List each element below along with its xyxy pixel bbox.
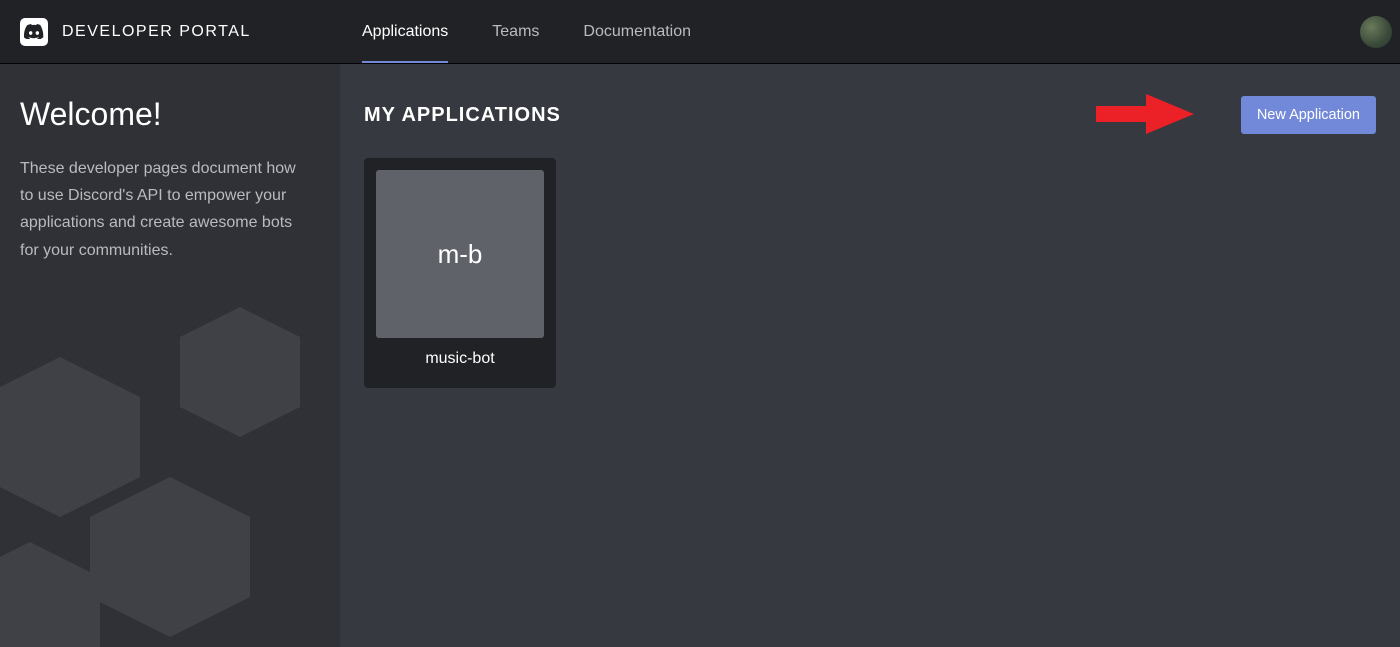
header-right [1360, 16, 1380, 48]
decorative-isometric-icon [0, 277, 340, 647]
app-thumbnail-text: m-b [438, 239, 483, 270]
arrow-annotation-icon [1096, 92, 1196, 136]
new-application-button[interactable]: New Application [1241, 96, 1376, 134]
applications-grid: m-b music-bot [364, 158, 1376, 388]
logo-text: DEVELOPER PORTAL [62, 23, 251, 41]
tab-teams[interactable]: Teams [470, 0, 561, 63]
content-area: Welcome! These developer pages document … [0, 64, 1400, 647]
sidebar-title: Welcome! [20, 96, 312, 133]
main-panel: MY APPLICATIONS New Application m-b musi… [340, 64, 1400, 647]
tab-label: Applications [362, 23, 448, 41]
tab-documentation[interactable]: Documentation [561, 0, 713, 63]
tab-applications[interactable]: Applications [340, 0, 470, 63]
app-card-music-bot[interactable]: m-b music-bot [364, 158, 556, 388]
discord-logo-icon [20, 18, 48, 46]
app-name-label: music-bot [376, 350, 544, 376]
nav-tabs: Applications Teams Documentation [340, 0, 713, 63]
user-avatar[interactable] [1360, 16, 1392, 48]
tab-label: Documentation [583, 23, 691, 41]
tab-label: Teams [492, 23, 539, 41]
sidebar: Welcome! These developer pages document … [0, 64, 340, 647]
app-thumbnail: m-b [376, 170, 544, 338]
logo-area: DEVELOPER PORTAL [20, 18, 340, 46]
top-header: DEVELOPER PORTAL Applications Teams Docu… [0, 0, 1400, 64]
page-title: MY APPLICATIONS [364, 104, 561, 127]
sidebar-description: These developer pages document how to us… [20, 155, 312, 264]
main-header: MY APPLICATIONS New Application [364, 96, 1376, 134]
